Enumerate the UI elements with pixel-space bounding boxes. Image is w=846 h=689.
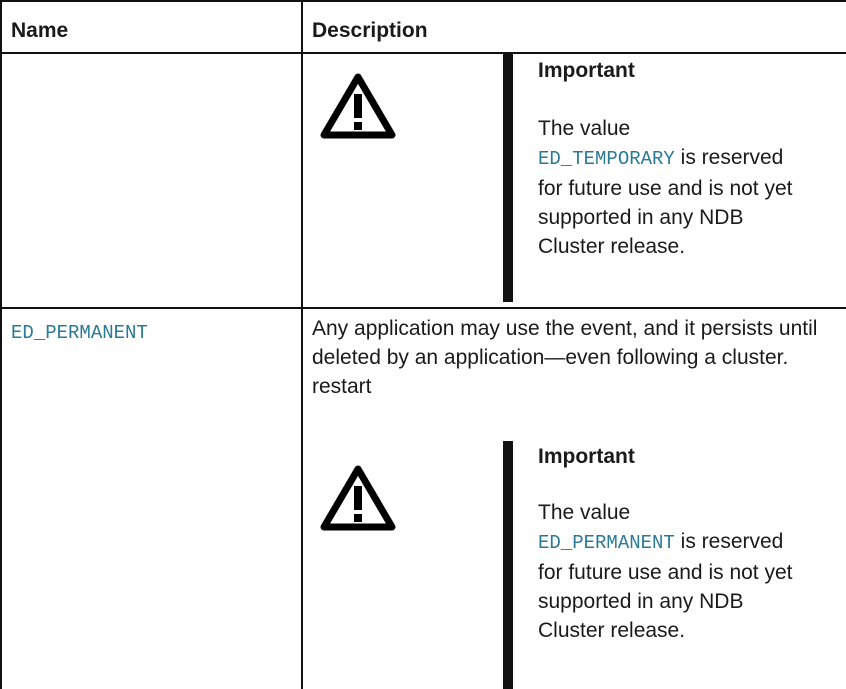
table-left-border [0, 0, 2, 689]
name-ed-permanent[interactable]: ED_PERMANENT [11, 320, 148, 346]
admonition-bar [503, 54, 513, 302]
definitions-table: Name Description Important The value ED_… [0, 0, 846, 689]
header-description: Description [312, 19, 428, 42]
warning-icon [320, 73, 396, 139]
code-ed-permanent[interactable]: ED_PERMANENT [538, 532, 675, 554]
header-name: Name [11, 19, 69, 42]
row-divider [0, 307, 846, 309]
code-ed-temporary[interactable]: ED_TEMPORARY [538, 148, 675, 170]
admonition-text-before: The value [538, 117, 631, 140]
admonition-text: The value ED_PERMANENT is reserved for f… [538, 498, 798, 645]
column-divider [301, 0, 303, 689]
description-ed-permanent: Any application may use the event, and i… [312, 317, 818, 398]
admonition-title: Important [538, 59, 635, 82]
header-bottom-border [0, 52, 846, 54]
admonition-text: The value ED_TEMPORARY is reserved for f… [538, 114, 798, 261]
warning-icon [320, 465, 396, 531]
admonition-text-before: The value [538, 501, 631, 524]
admonition-bar [503, 441, 513, 689]
table-top-border [0, 0, 846, 2]
admonition-title: Important [538, 445, 635, 468]
